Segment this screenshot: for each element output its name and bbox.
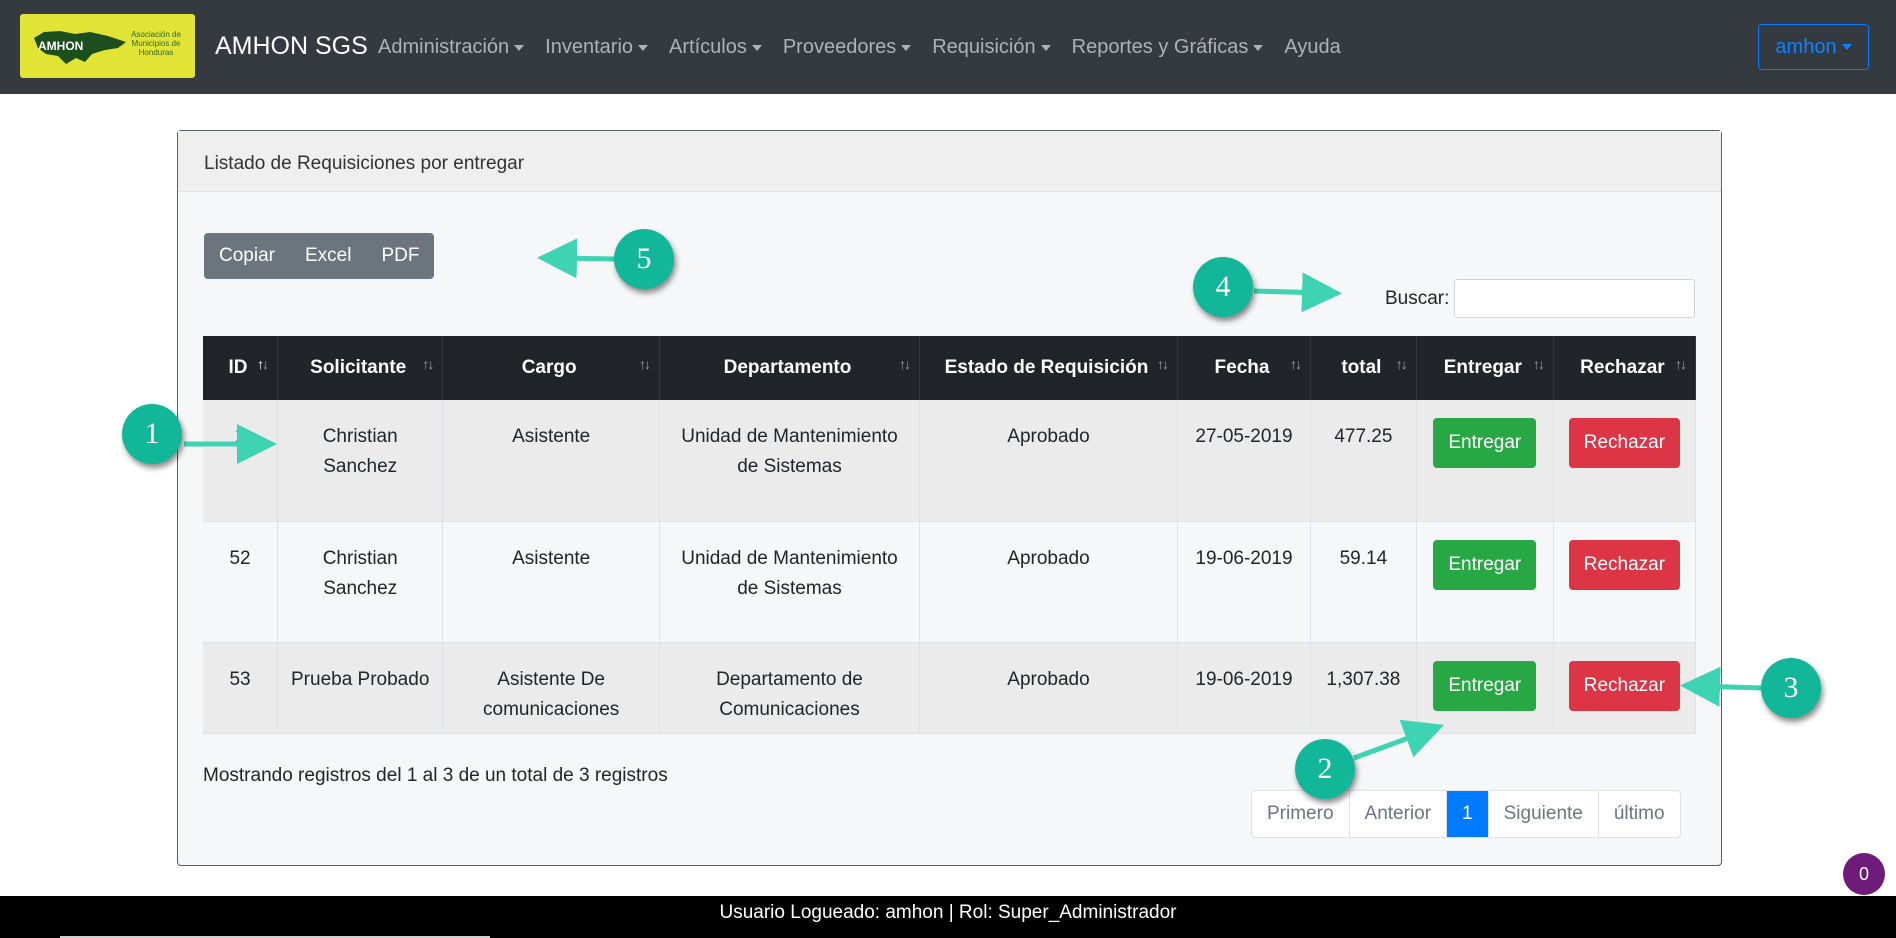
arrow-5 (537, 238, 617, 279)
footer-status: Usuario Logueado: amhon | Rol: Super_Adm… (0, 896, 1896, 938)
annotation-marker-4: 4 (1193, 257, 1253, 317)
arrow-2 (1353, 719, 1445, 761)
annotation-marker-2: 2 (1295, 739, 1355, 799)
arrow-3 (1680, 666, 1764, 707)
notification-badge[interactable]: 0 (1843, 853, 1885, 895)
annotation-arrows (184, 238, 1764, 761)
annotation-marker-1: 1 (122, 404, 182, 464)
arrow-4 (1253, 272, 1342, 313)
annotation-marker-3: 3 (1761, 658, 1821, 718)
annotation-marker-5: 5 (614, 229, 674, 289)
